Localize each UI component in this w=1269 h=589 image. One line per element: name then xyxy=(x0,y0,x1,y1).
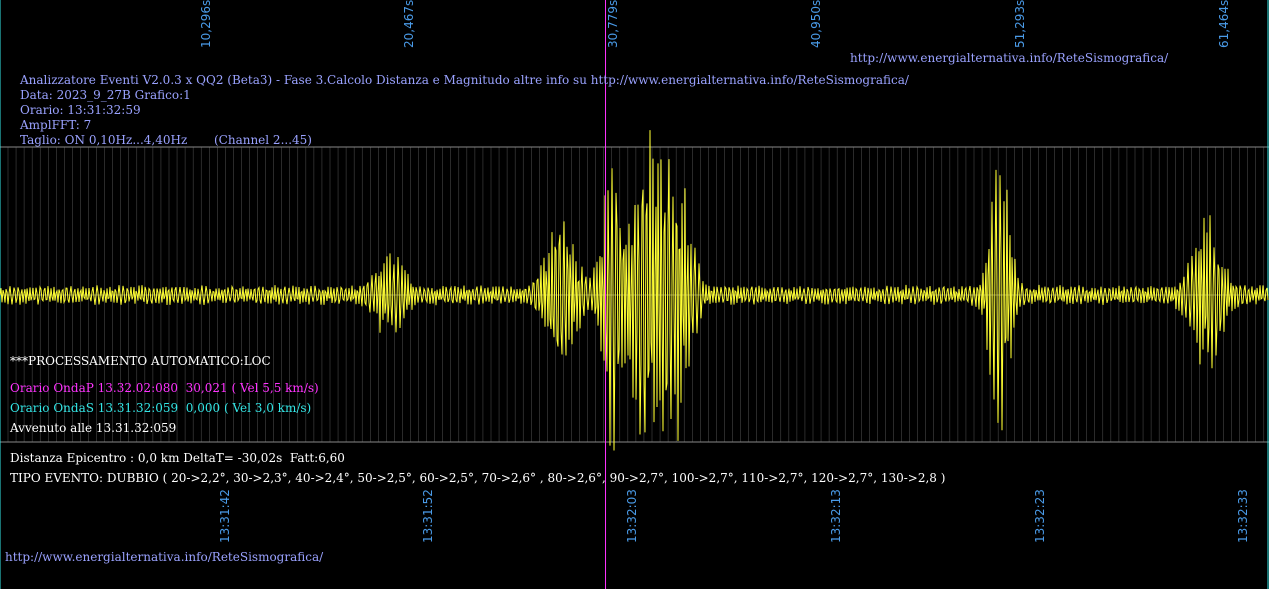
bottom-axis-tick-label: 13:32:23 xyxy=(1033,489,1047,543)
bottom-axis-tick-label: 13:32:03 xyxy=(625,489,639,543)
top-axis-tick-label: 61,464s xyxy=(1217,0,1231,48)
header-date: Data: 2023_9_27B Grafico:1 xyxy=(20,88,191,102)
header-title: Analizzatore Eventi V2.0.3 x QQ2 (Beta3)… xyxy=(20,73,909,87)
bottom-axis-tick-label: 13:31:52 xyxy=(421,489,435,543)
url-top-link[interactable]: http://www.energialternativa.info/ReteSi… xyxy=(850,51,1168,65)
p-wave-time: Orario OndaP 13.32.02:080 30,021 ( Vel 5… xyxy=(10,381,319,395)
header-time: Orario: 13:31:32:59 xyxy=(20,103,141,117)
bottom-axis-tick-label: 13:32:33 xyxy=(1236,489,1250,543)
top-axis-tick-label: 40,950s xyxy=(809,0,823,48)
s-wave-time: Orario OndaS 13.31.32:059 0,000 ( Vel 3,… xyxy=(10,401,312,415)
header-filter: Taglio: ON 0,10Hz...4,40Hz (Channel 2...… xyxy=(20,133,312,147)
header-ampl: AmplFFT: 7 xyxy=(20,118,92,132)
seismograph-window: 10,296s 20,467s 30,779s 40,950s 51,293s 61,46… xyxy=(0,0,1269,589)
top-axis-tick-label: 10,296s xyxy=(199,0,213,48)
event-type: TIPO EVENTO: DUBBIO ( 20->2,2°, 30->2,3°… xyxy=(10,471,946,485)
top-axis-tick-label: 51,293s xyxy=(1013,0,1027,48)
url-bottom-link[interactable]: http://www.energialternativa.info/ReteSi… xyxy=(5,550,323,564)
epicenter-distance: Distanza Epicentro : 0,0 km DeltaT= -30,… xyxy=(10,451,345,465)
bottom-axis-tick-label: 13:32:13 xyxy=(829,489,843,543)
event-time: Avvenuto alle 13.31.32:059 xyxy=(10,421,177,435)
top-axis-tick-label: 20,467s xyxy=(402,0,416,48)
top-axis-tick-label: 30,779s xyxy=(606,0,620,48)
processing-title: ***PROCESSAMENTO AUTOMATICO:LOC xyxy=(10,354,271,368)
bottom-axis-tick-label: 13:31:42 xyxy=(218,489,232,543)
